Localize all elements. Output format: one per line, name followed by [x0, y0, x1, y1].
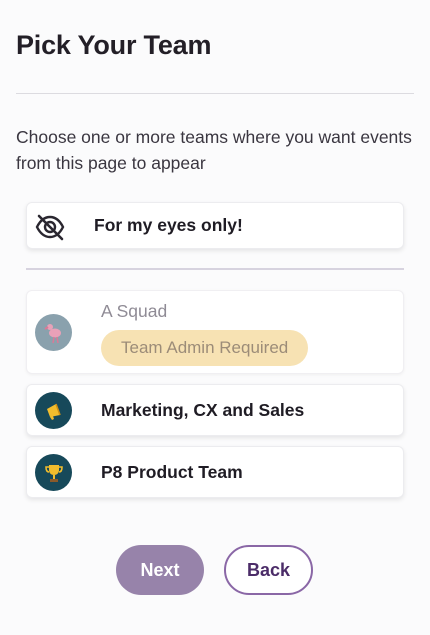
team-name: Marketing, CX and Sales	[101, 400, 305, 420]
trophy-icon	[35, 454, 72, 491]
team-name: A Squad	[101, 301, 168, 321]
section-divider	[26, 268, 404, 270]
team-card-a-squad: A Squad Team Admin Required	[26, 290, 404, 374]
team-name: P8 Product Team	[101, 462, 243, 482]
private-option-label: For my eyes only!	[94, 215, 243, 235]
header-divider	[16, 93, 414, 94]
page-title: Pick Your Team	[16, 30, 212, 60]
private-option-card[interactable]: For my eyes only!	[26, 202, 404, 249]
team-card-marketing[interactable]: Marketing, CX and Sales	[26, 384, 404, 436]
team-admin-required-badge: Team Admin Required	[101, 330, 309, 366]
megaphone-icon	[35, 392, 72, 429]
eye-slash-icon	[35, 212, 65, 246]
instructions-text: Choose one or more teams where you want …	[16, 127, 412, 173]
team-card-p8-product[interactable]: P8 Product Team	[26, 446, 404, 498]
flamingo-icon	[35, 314, 72, 351]
back-button[interactable]: Back	[224, 545, 313, 595]
next-button[interactable]: Next	[116, 545, 204, 595]
